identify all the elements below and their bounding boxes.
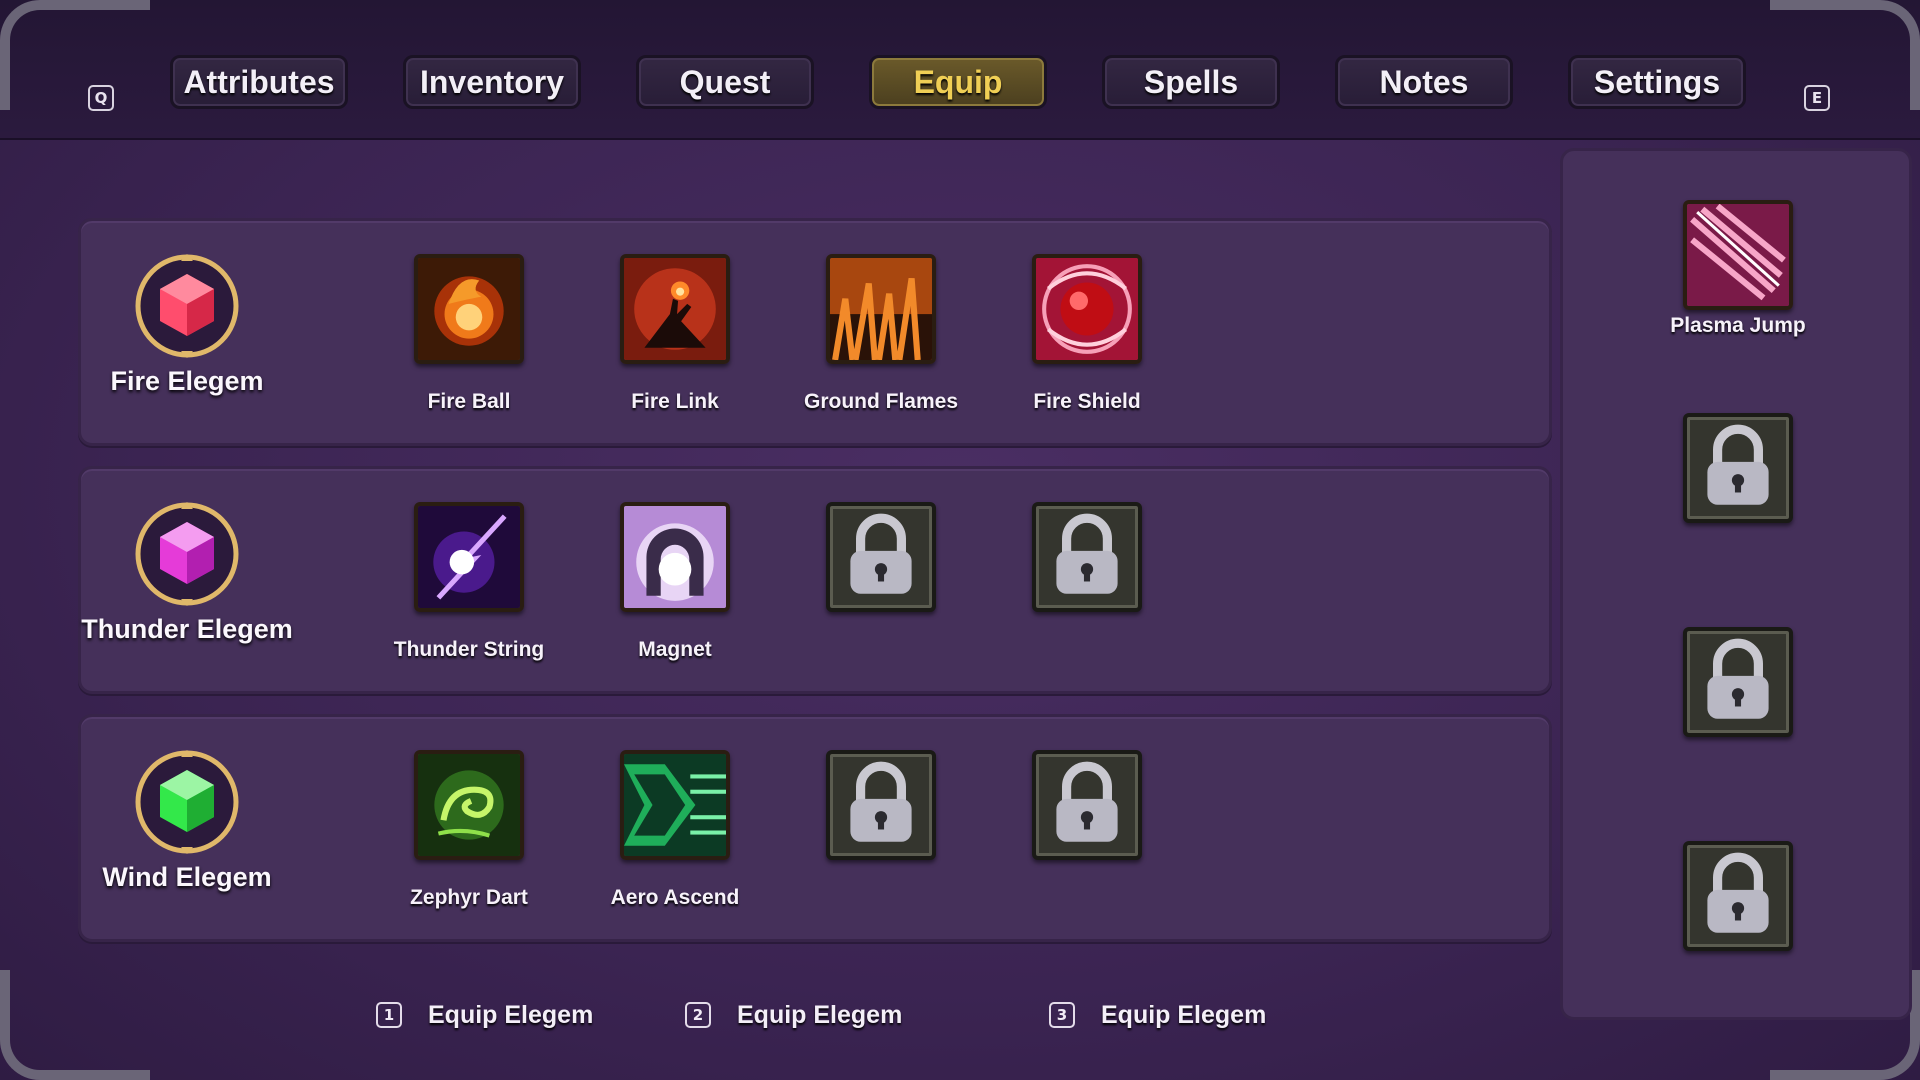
fire-link-hand-icon[interactable] (620, 254, 730, 364)
tab-notes[interactable]: Notes (1335, 55, 1513, 109)
padlock-icon (1032, 502, 1142, 612)
elegem-name: Thunder Elegem (81, 614, 293, 644)
skill-label: Thunder String (393, 638, 545, 661)
equip-hint-label: Equip Elegem (737, 1000, 903, 1029)
purple-hexagon-gem-icon[interactable] (133, 500, 241, 608)
equip-hint-label: Equip Elegem (1101, 1000, 1267, 1029)
next-tab-key-hint[interactable]: E (1804, 85, 1830, 111)
elegem-row-thunder (78, 466, 1552, 694)
skill-label: Magnet (638, 638, 712, 661)
plasma-jump-icon[interactable] (1683, 200, 1793, 310)
green-hexagon-gem-icon[interactable] (133, 748, 241, 856)
horseshoe-magnet-icon[interactable] (620, 502, 730, 612)
skill-label: Aero Ascend (610, 886, 740, 909)
tab-quest[interactable]: Quest (636, 55, 814, 109)
zephyr-swirl-icon[interactable] (414, 750, 524, 860)
padlock-icon (1683, 413, 1793, 523)
skill-label: Ground Flames (803, 390, 959, 413)
ground-flames-icon[interactable] (826, 254, 936, 364)
frame-corner-ornament (0, 0, 150, 110)
fireball-icon[interactable] (414, 254, 524, 364)
tab-settings[interactable]: Settings (1568, 55, 1746, 109)
prev-tab-key-hint[interactable]: Q (88, 85, 114, 111)
padlock-icon (826, 502, 936, 612)
thunder-string-icon[interactable] (414, 502, 524, 612)
tab-attributes[interactable]: Attributes (170, 55, 348, 109)
skill-label: Plasma Jump (1670, 314, 1806, 337)
key-hint: 3 (1049, 1002, 1075, 1028)
equip-elegem-hint-2[interactable]: 2 Equip Elegem (685, 998, 902, 1032)
elegem-row-wind (78, 714, 1552, 942)
tab-spells[interactable]: Spells (1102, 55, 1280, 109)
frame-corner-ornament (0, 970, 150, 1080)
equip-hint-label: Equip Elegem (428, 1000, 594, 1029)
frame-corner-ornament (1770, 0, 1920, 110)
elegem-name: Wind Elegem (102, 862, 272, 892)
skill-label: Fire Ball (427, 390, 511, 413)
key-hint: 1 (376, 1002, 402, 1028)
game-menu-frame: Q E Attributes Inventory Quest Equip Spe… (0, 0, 1920, 1080)
equip-elegem-hint-1[interactable]: 1 Equip Elegem (376, 998, 593, 1032)
skill-label: Zephyr Dart (410, 886, 528, 909)
padlock-icon (1032, 750, 1142, 860)
padlock-icon (826, 750, 936, 860)
skill-label: Fire Shield (1033, 390, 1141, 413)
aero-ascend-icon[interactable] (620, 750, 730, 860)
tab-equip[interactable]: Equip (869, 55, 1047, 109)
tab-inventory[interactable]: Inventory (403, 55, 581, 109)
fire-shield-orb-icon[interactable] (1032, 254, 1142, 364)
red-hexagon-gem-icon[interactable] (133, 252, 241, 360)
equip-elegem-hint-3[interactable]: 3 Equip Elegem (1049, 998, 1266, 1032)
key-hint: 2 (685, 1002, 711, 1028)
elegem-name: Fire Elegem (110, 366, 264, 396)
skill-label: Fire Link (631, 390, 719, 413)
padlock-icon (1683, 627, 1793, 737)
padlock-icon (1683, 841, 1793, 951)
